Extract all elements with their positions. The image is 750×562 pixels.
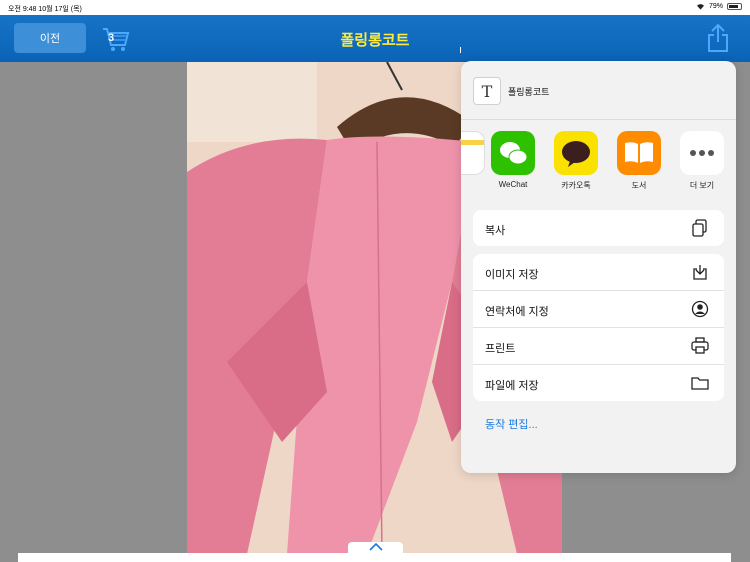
app-label: WeChat (498, 180, 528, 189)
app-wechat[interactable]: WeChat (485, 131, 541, 189)
action-label: 연락처에 지정 (485, 306, 549, 318)
assign-contact-action[interactable]: 연락처에 지정 (473, 291, 724, 328)
app-label: 도서 (631, 181, 647, 190)
app-kakaotalk[interactable]: 카카오톡 (548, 131, 604, 191)
share-sheet: T 폴링롱코트 WeChat 카카오톡 도서 더 보기 복사 이미지 저장 연락… (461, 61, 736, 473)
text-document-icon: T (473, 77, 501, 105)
page-title: 폴링롱코트 (340, 32, 410, 49)
share-sheet-header: T 폴링롱코트 (461, 61, 736, 120)
battery-percent: 79% (708, 3, 723, 10)
share-apps-row: WeChat 카카오톡 도서 더 보기 (461, 131, 736, 201)
action-label: 파일에 저장 (485, 380, 539, 392)
action-label: 이미지 저장 (485, 269, 539, 281)
edit-actions-link[interactable]: 동작 편집... (485, 416, 538, 432)
save-image-icon (693, 265, 707, 280)
notes-icon (461, 131, 485, 175)
app-label: 카카오톡 (561, 181, 591, 190)
books-icon (617, 131, 661, 175)
battery-icon (727, 3, 742, 10)
status-bar: 오전 9:48 10월 17일 (목) 79% (0, 0, 750, 15)
nav-bar: 이전 3 폴링롱코트 (0, 15, 750, 62)
expand-panel-handle[interactable] (348, 542, 403, 556)
print-action[interactable]: 프린트 (473, 328, 724, 365)
popover-arrow (460, 47, 461, 53)
save-image-action[interactable]: 이미지 저장 (473, 254, 724, 291)
copy-action[interactable]: 복사 (473, 210, 724, 246)
copy-group: 복사 (473, 210, 724, 246)
printer-icon (691, 337, 709, 354)
assign-contact-icon (691, 300, 709, 318)
action-label: 복사 (485, 225, 506, 237)
copy-icon (692, 219, 707, 237)
save-to-files-action[interactable]: 파일에 저장 (473, 365, 724, 401)
status-time: 오전 9:48 10월 17일 (목) (8, 6, 82, 13)
kakaotalk-icon (554, 131, 598, 175)
share-sheet-title: 폴링롱코트 (508, 87, 550, 97)
app-more[interactable]: 더 보기 (674, 131, 730, 191)
share-icon[interactable] (706, 23, 730, 53)
wechat-icon (491, 131, 535, 175)
chevron-up-icon (368, 542, 383, 551)
app-label: 더 보기 (689, 181, 715, 190)
more-icon (680, 131, 724, 175)
app-books[interactable]: 도서 (611, 131, 667, 191)
status-right: 79% (696, 3, 742, 10)
folder-icon (691, 377, 709, 390)
action-label: 프린트 (485, 343, 516, 355)
actions-group: 이미지 저장 연락처에 지정 프린트 파일에 저장 (473, 254, 724, 401)
wifi-icon (696, 4, 704, 10)
